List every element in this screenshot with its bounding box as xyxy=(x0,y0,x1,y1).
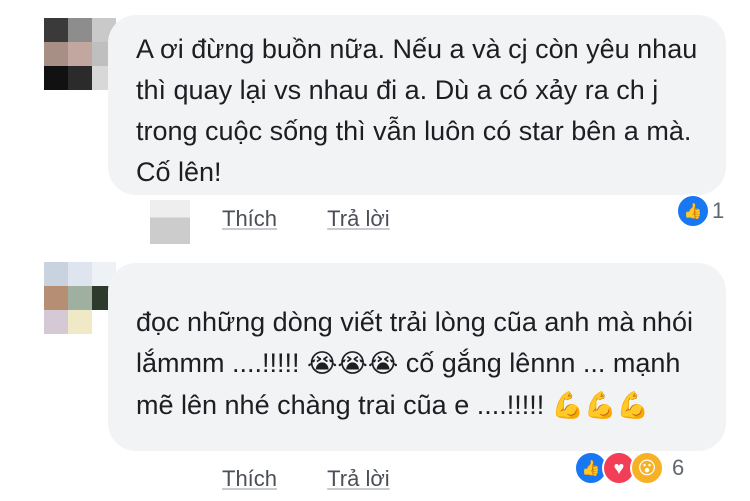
avatar[interactable] xyxy=(44,18,116,90)
reaction-count: 6 xyxy=(672,455,685,480)
comment-actions: Thích Trả lời xyxy=(222,466,434,492)
crying-face-icon: 😭 xyxy=(367,349,399,379)
like-link[interactable]: Thích xyxy=(222,206,277,232)
flexed-biceps-icon: 💪 xyxy=(584,391,617,421)
reaction-summary[interactable]: 👍 1 xyxy=(676,194,724,228)
reaction-count: 1 xyxy=(712,198,725,223)
crying-face-icon: 😭 xyxy=(307,349,338,379)
flexed-biceps-icon: 💪 xyxy=(616,391,649,421)
reaction-summary[interactable]: 👍 ♥ 😮 6 xyxy=(574,451,684,485)
wow-icon: 😮 xyxy=(630,451,664,485)
like-icon: 👍 xyxy=(676,194,710,228)
avatar[interactable] xyxy=(44,262,116,334)
reply-link[interactable]: Trả lời xyxy=(327,206,390,232)
reply-link[interactable]: Trả lời xyxy=(327,466,390,492)
blurred-fragment xyxy=(150,200,190,244)
like-link[interactable]: Thích xyxy=(222,466,277,492)
crying-face-icon: 😭 xyxy=(337,349,368,379)
comment-bubble: A ơi đừng buồn nữa. Nếu a và cj còn yêu … xyxy=(108,15,726,195)
comment-bubble: đọc những dòng viết trải lòng cũa anh mà… xyxy=(108,263,726,451)
flexed-biceps-icon: 💪 xyxy=(551,391,585,421)
comment-text: A ơi đừng buồn nữa. Nếu a và cj còn yêu … xyxy=(136,34,698,187)
comment-actions: Thích Trả lời xyxy=(222,206,434,232)
